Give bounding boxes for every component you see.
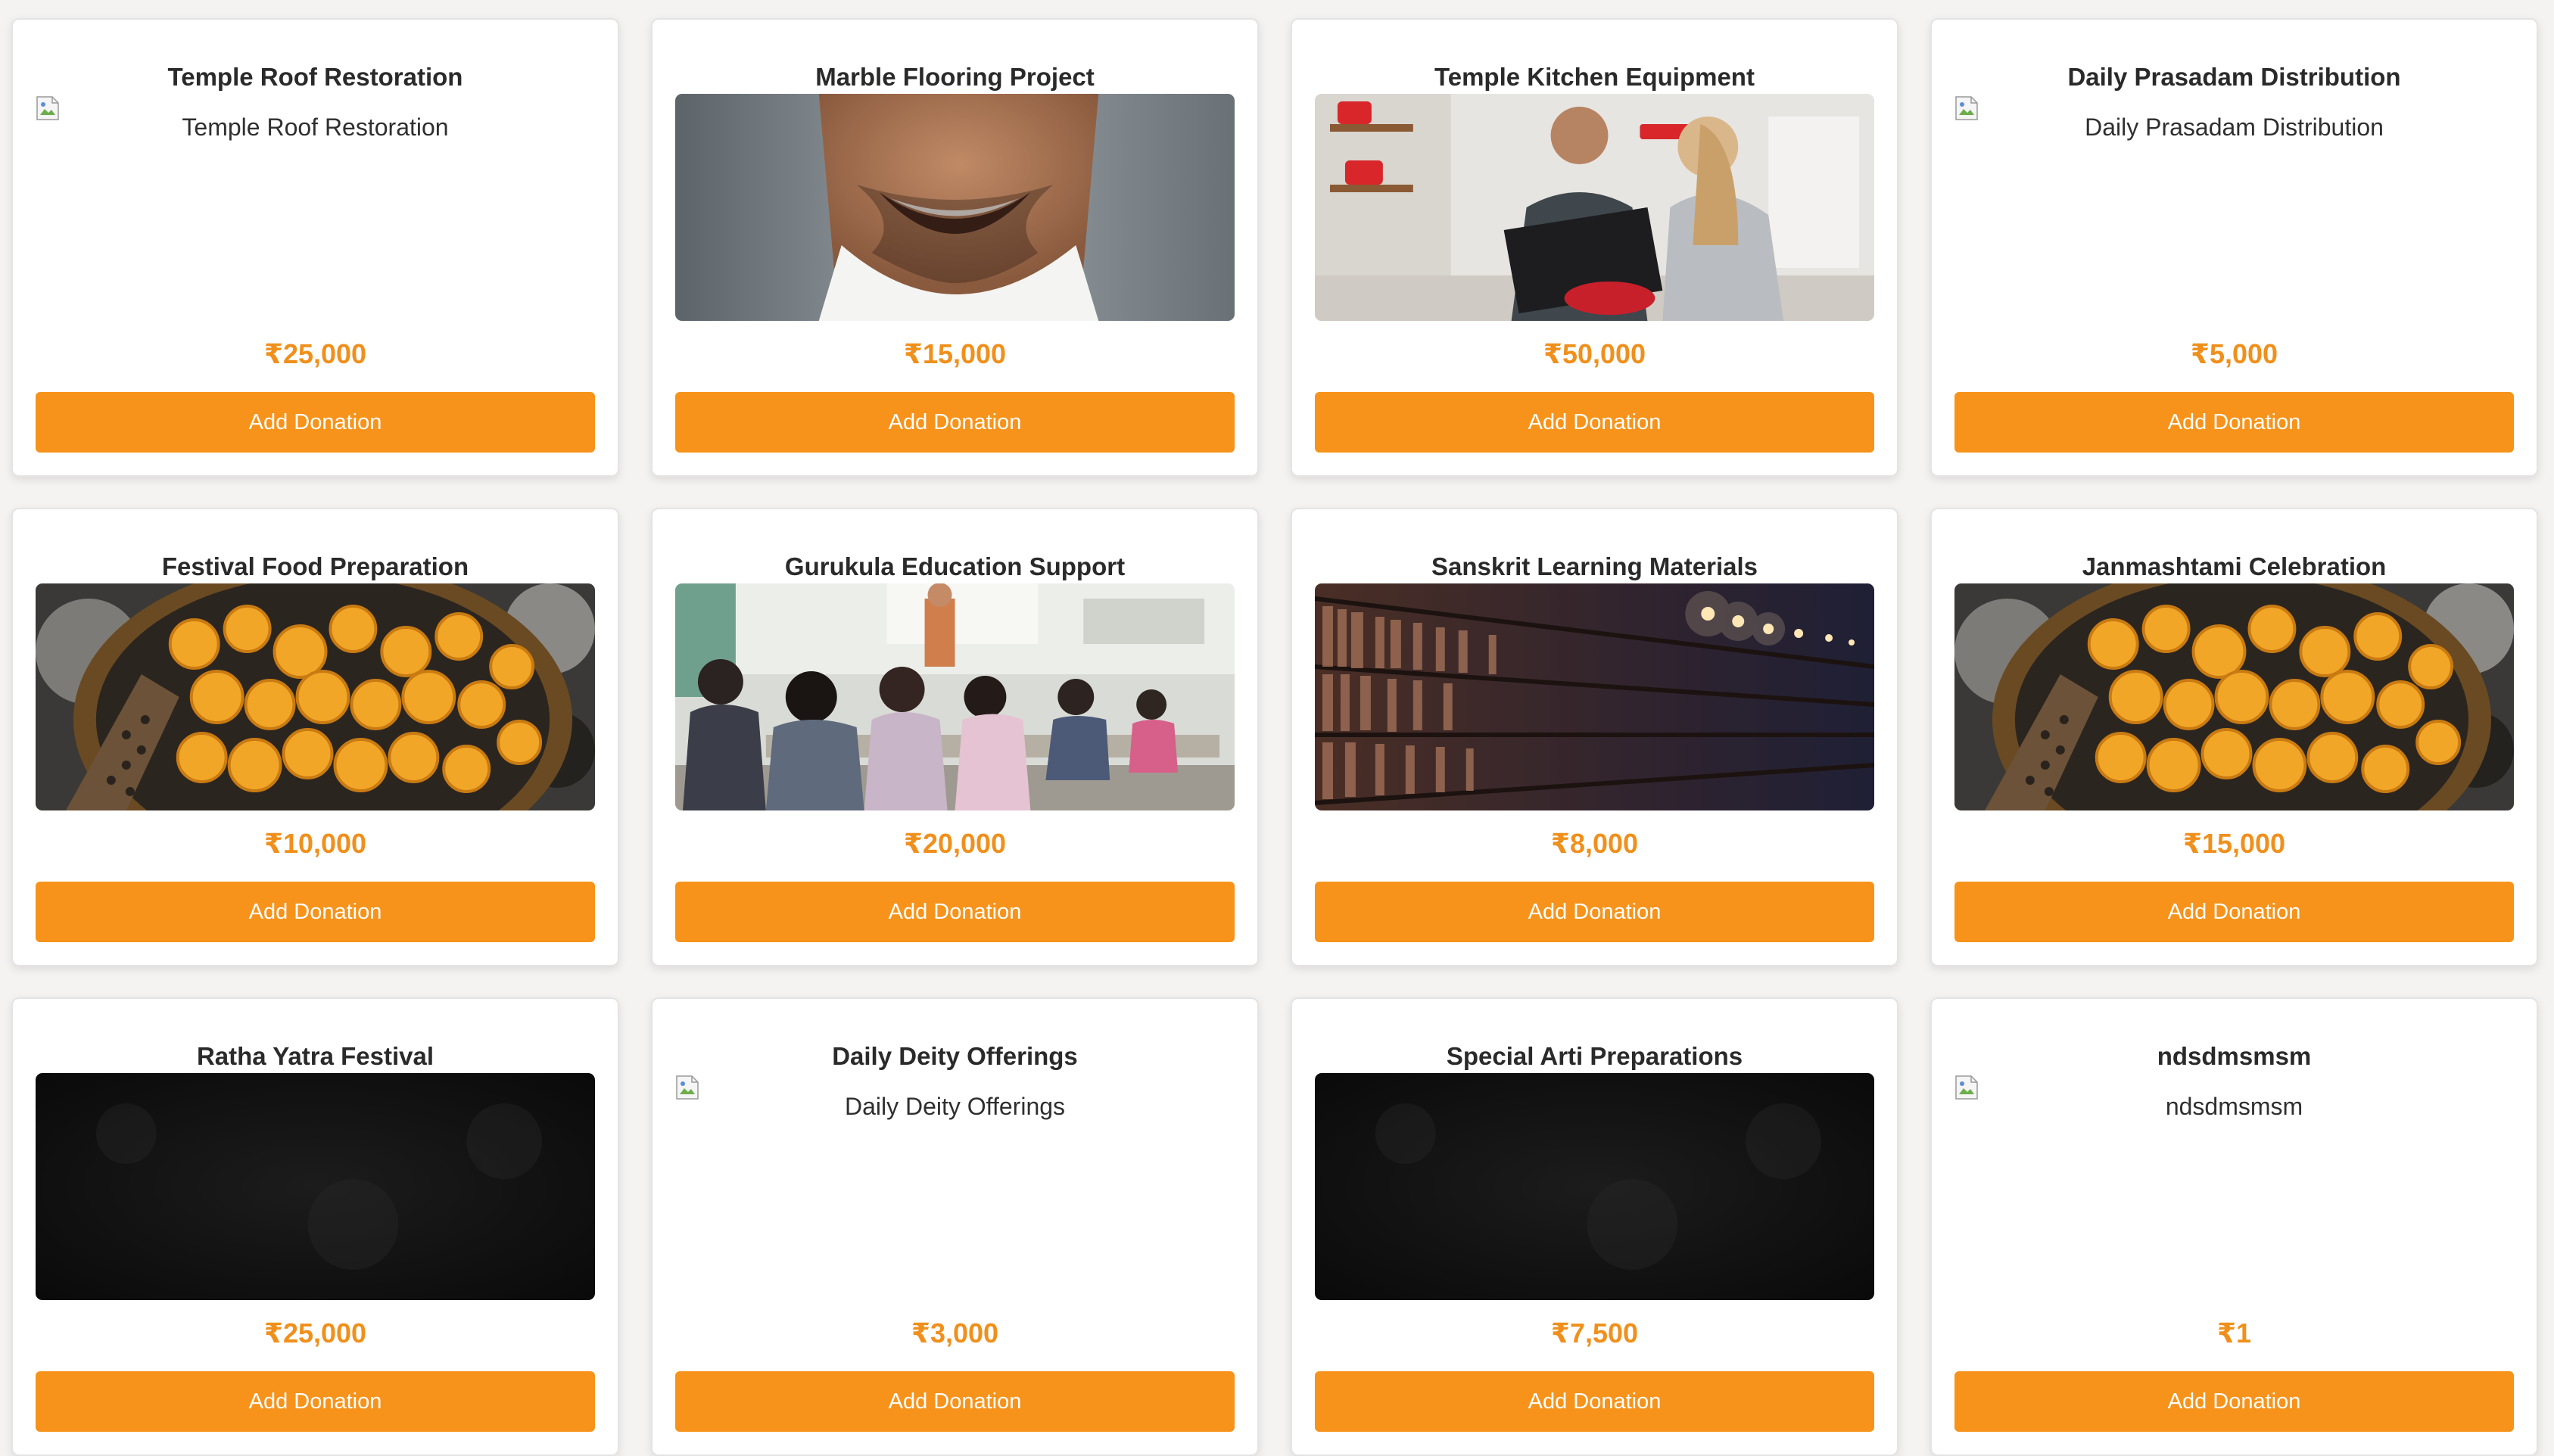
donation-card-temple-roof-restoration: Temple Roof Restoration Temple Roof Rest… — [11, 18, 619, 477]
donation-amount: ₹50,000 — [1543, 338, 1646, 369]
donation-amount: ₹5,000 — [2190, 338, 2278, 369]
add-donation-button[interactable]: Add Donation — [1315, 882, 1874, 942]
donation-card-daily-prasadam-distribution: Daily Prasadam Distribution Daily Prasad… — [1930, 18, 2538, 477]
card-title: Temple Kitchen Equipment — [1434, 63, 1755, 91]
card-image — [1315, 583, 1874, 810]
donation-amount: ₹3,000 — [911, 1318, 999, 1349]
donation-amount: ₹20,000 — [903, 828, 1007, 859]
donation-card-gurukula-education-support: Gurukula Education Support ₹20,000 Add Do… — [651, 508, 1259, 966]
add-donation-button[interactable]: Add Donation — [675, 1371, 1235, 1432]
card-title: Special Arti Preparations — [1446, 1042, 1743, 1070]
donation-amount: ₹7,500 — [1550, 1318, 1639, 1349]
image-alt-text: ndsdmsmsm — [2165, 1093, 2303, 1120]
donation-card-ndsdmsmsm: ndsdmsmsm ndsdmsmsm ₹1 Add Donation — [1930, 997, 2538, 1456]
card-title: Marble Flooring Project — [815, 63, 1095, 91]
donation-amount: ₹25,000 — [263, 338, 367, 369]
card-title: Festival Food Preparation — [161, 552, 469, 580]
card-title: Temple Roof Restoration — [167, 63, 463, 91]
add-donation-button[interactable]: Add Donation — [675, 392, 1235, 453]
card-image — [675, 94, 1235, 321]
add-donation-button[interactable]: Add Donation — [1954, 1371, 2514, 1432]
card-image-broken: Daily Prasadam Distribution — [1954, 94, 2514, 321]
donation-amount: ₹1 — [2216, 1318, 2252, 1349]
image-alt-text: Temple Roof Restoration — [182, 114, 449, 141]
card-image-broken: Daily Deity Offerings — [675, 1073, 1235, 1300]
card-image — [36, 583, 595, 810]
donation-card-temple-kitchen-equipment: Temple Kitchen Equipment ₹50,000 Add Dona… — [1291, 18, 1898, 477]
donation-card-festival-food-preparation: Festival Food Preparation ₹10,000 Add Do… — [11, 508, 619, 966]
donation-amount: ₹15,000 — [903, 338, 1007, 369]
card-image — [1315, 1073, 1874, 1300]
add-donation-button[interactable]: Add Donation — [36, 392, 595, 453]
card-image-broken: ndsdmsmsm — [1954, 1073, 2514, 1300]
donation-card-sanskrit-learning-materials: Sanskrit Learning Materials ₹8,000 Add D… — [1291, 508, 1898, 966]
donation-amount: ₹8,000 — [1550, 828, 1639, 859]
add-donation-button[interactable]: Add Donation — [1954, 392, 2514, 453]
add-donation-button[interactable]: Add Donation — [1315, 392, 1874, 453]
add-donation-button[interactable]: Add Donation — [675, 882, 1235, 942]
donation-card-special-arti-preparations: Special Arti Preparations ₹7,500 Add Dona… — [1291, 997, 1898, 1456]
card-image-broken: Temple Roof Restoration — [36, 94, 595, 321]
donation-card-daily-deity-offerings: Daily Deity Offerings Daily Deity Offeri… — [651, 997, 1259, 1456]
donation-card-ratha-yatra-festival: Ratha Yatra Festival ₹25,000 Add Donation — [11, 997, 619, 1456]
image-alt-text: Daily Prasadam Distribution — [2085, 114, 2384, 141]
card-image — [1315, 94, 1874, 321]
add-donation-button[interactable]: Add Donation — [1954, 882, 2514, 942]
donation-card-janmashtami-celebration: Janmashtami Celebration ₹15,000 Add Dona… — [1930, 508, 2538, 966]
donation-card-marble-flooring-project: Marble Flooring Project ₹15,000 Add Donat… — [651, 18, 1259, 477]
card-title: Ratha Yatra Festival — [196, 1042, 434, 1070]
add-donation-button[interactable]: Add Donation — [36, 882, 595, 942]
card-image — [1954, 583, 2514, 810]
card-title: Daily Prasadam Distribution — [2067, 63, 2401, 91]
card-title: ndsdmsmsm — [2157, 1042, 2312, 1070]
add-donation-button[interactable]: Add Donation — [36, 1371, 595, 1432]
card-image — [36, 1073, 595, 1300]
donation-amount: ₹15,000 — [2182, 828, 2286, 859]
donation-amount: ₹10,000 — [263, 828, 367, 859]
donation-amount: ₹25,000 — [263, 1318, 367, 1349]
card-title: Sanskrit Learning Materials — [1431, 552, 1758, 580]
donation-grid: Temple Roof Restoration Temple Roof Rest… — [11, 18, 2538, 1456]
image-alt-text: Daily Deity Offerings — [844, 1093, 1066, 1120]
card-title: Janmashtami Celebration — [2082, 552, 2387, 580]
card-title: Daily Deity Offerings — [832, 1042, 1078, 1070]
card-image — [675, 583, 1235, 810]
add-donation-button[interactable]: Add Donation — [1315, 1371, 1874, 1432]
card-title: Gurukula Education Support — [784, 552, 1126, 580]
